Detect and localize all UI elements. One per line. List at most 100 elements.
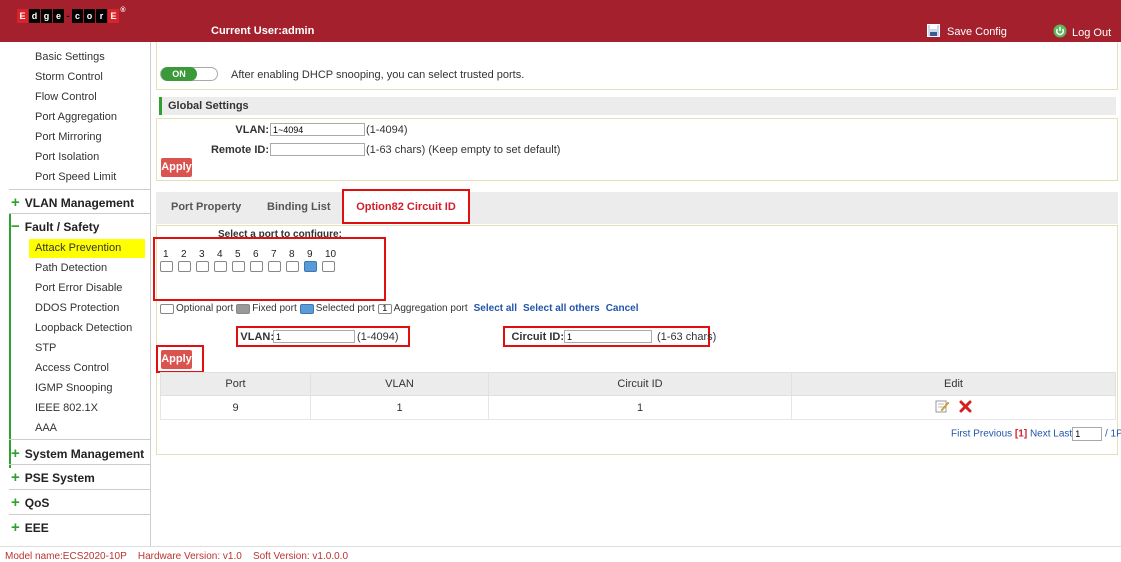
sidebar-item-access-control[interactable]: Access Control <box>35 362 109 374</box>
plus-icon: + <box>11 469 20 486</box>
circuit-vlan-hint: (1-4094) <box>357 331 399 343</box>
port-6[interactable] <box>250 261 263 272</box>
last-page-link[interactable]: Last <box>1053 429 1072 440</box>
sidebar-group-label: Fault / Safety <box>24 220 100 234</box>
port-number-5: 5 <box>235 249 241 260</box>
select-all-link[interactable]: Select all <box>474 303 517 314</box>
sidebar-item-ddos-protection[interactable]: DDOS Protection <box>35 302 119 314</box>
tab-highlight-annotation <box>342 189 470 224</box>
cell-edit <box>791 395 1116 420</box>
sidebar-group-label: System Management <box>24 447 145 461</box>
dhcp-snooping-panel <box>156 42 1118 90</box>
dhcp-snooping-toggle[interactable]: ON <box>160 67 218 81</box>
sidebar-group-eee[interactable]: + EEE <box>11 519 150 543</box>
cancel-link[interactable]: Cancel <box>606 303 639 314</box>
next-page-link[interactable]: Next <box>1030 429 1051 440</box>
port-1[interactable] <box>160 261 173 272</box>
model-name: Model name:ECS2020-10P <box>5 551 127 562</box>
divider <box>9 489 150 490</box>
port-9[interactable] <box>304 261 317 272</box>
sidebar-item-port-mirroring[interactable]: Port Mirroring <box>35 131 102 143</box>
circuit-vlan-label: VLAN: <box>240 331 274 343</box>
port-number-10: 10 <box>325 249 337 260</box>
port-3[interactable] <box>196 261 209 272</box>
tab-binding-list[interactable]: Binding List <box>267 201 331 213</box>
optional-port-label: Optional port <box>176 303 234 314</box>
first-page-link[interactable]: First <box>951 429 970 440</box>
port-5[interactable] <box>232 261 245 272</box>
sidebar-item-igmp-snooping[interactable]: IGMP Snooping <box>35 382 112 394</box>
sidebar-item-port-isolation[interactable]: Port Isolation <box>35 151 99 163</box>
remote-id-input[interactable] <box>270 143 365 156</box>
sidebar-item-port-error-disable[interactable]: Port Error Disable <box>35 282 122 294</box>
cell-circuit-id: 1 <box>488 395 792 420</box>
toggle-on-label: ON <box>161 67 197 81</box>
sidebar-item-port-aggregation[interactable]: Port Aggregation <box>35 111 117 123</box>
sidebar-group-system-management[interactable]: + System Management <box>11 445 150 469</box>
sidebar-item-loopback-detection[interactable]: Loopback Detection <box>35 322 132 334</box>
remote-id-label: Remote ID: <box>210 144 269 156</box>
sidebar-item-flow-control[interactable]: Flow Control <box>35 91 97 103</box>
logo-letter: E <box>108 9 119 23</box>
cell-vlan: 1 <box>310 395 489 420</box>
port-7[interactable] <box>268 261 281 272</box>
main-content: ON After enabling DHCP snooping, you can… <box>151 42 1121 546</box>
page-number-input[interactable] <box>1072 427 1103 441</box>
logo-letter: e <box>53 9 64 23</box>
remote-id-hint: (1-63 chars) (Keep empty to set default) <box>366 144 561 156</box>
sidebar-item-aaa[interactable]: AAA <box>35 422 57 434</box>
logo-letter: - <box>66 11 70 21</box>
sidebar-item-storm-control[interactable]: Storm Control <box>35 71 103 83</box>
aggregation-port-label: Aggregation port <box>393 303 468 314</box>
select-all-others-link[interactable]: Select all others <box>523 303 600 314</box>
port-number-4: 4 <box>217 249 223 260</box>
tab-port-property[interactable]: Port Property <box>171 201 241 213</box>
port-4[interactable] <box>214 261 227 272</box>
global-vlan-hint: (1-4094) <box>366 124 408 136</box>
global-vlan-input[interactable] <box>270 123 365 136</box>
logo-letter: c <box>72 9 83 23</box>
sidebar-item-ieee-8021x[interactable]: IEEE 802.1X <box>35 402 98 414</box>
power-icon <box>1053 24 1067 41</box>
divider <box>9 514 150 515</box>
port-10[interactable] <box>322 261 335 272</box>
circuit-id-hint: (1-63 chars) <box>657 331 717 343</box>
port-selector-panel: 1 2 3 4 5 6 7 8 9 10 <box>160 249 380 279</box>
previous-page-link[interactable]: Previous <box>973 429 1012 440</box>
port-number-9: 9 <box>307 249 313 260</box>
optional-port-icon <box>160 303 174 314</box>
sidebar-item-stp[interactable]: STP <box>35 342 56 354</box>
port-2[interactable] <box>178 261 191 272</box>
edit-icon[interactable] <box>935 399 950 416</box>
divider <box>9 439 150 440</box>
port-number-1: 1 <box>163 249 169 260</box>
save-config-button[interactable]: Save Config <box>927 24 1007 40</box>
selected-port-icon <box>299 303 314 314</box>
sidebar-item-attack-prevention[interactable]: Attack Prevention <box>29 239 145 258</box>
sidebar-item-port-speed-limit[interactable]: Port Speed Limit <box>35 171 116 183</box>
delete-icon[interactable] <box>959 400 972 416</box>
sidebar-group-label: PSE System <box>24 471 95 485</box>
sidebar-group-vlan-management[interactable]: + VLAN Management <box>11 194 150 218</box>
plus-icon: + <box>11 519 20 536</box>
logo-letter: d <box>29 9 40 23</box>
divider <box>9 464 150 465</box>
circuit-id-input[interactable] <box>564 330 652 343</box>
port-8[interactable] <box>286 261 299 272</box>
sidebar-item-path-detection[interactable]: Path Detection <box>35 262 107 274</box>
col-circuit-id: Circuit ID <box>488 372 792 396</box>
sidebar-item-basic-settings[interactable]: Basic Settings <box>35 51 105 63</box>
sidebar-group-label: QoS <box>24 496 50 510</box>
log-out-button[interactable]: Log Out <box>1053 24 1111 41</box>
save-config-label: Save Config <box>947 26 1007 38</box>
pagination: First Previous [1] Next Last / 1Page <box>951 427 1121 441</box>
circuit-id-label: Circuit ID: <box>511 331 564 343</box>
global-apply-button[interactable]: Apply <box>161 158 192 177</box>
edgecore-logo: Ed g e - c o r E ® <box>17 7 126 23</box>
plus-icon: + <box>11 194 20 211</box>
circuit-vlan-input[interactable] <box>273 330 355 343</box>
active-group-indicator <box>9 214 11 468</box>
fixed-port-icon <box>236 303 251 314</box>
circuit-apply-button[interactable]: Apply <box>161 350 192 369</box>
footer: Model name:ECS2020-10P Hardware Version:… <box>0 546 1121 562</box>
